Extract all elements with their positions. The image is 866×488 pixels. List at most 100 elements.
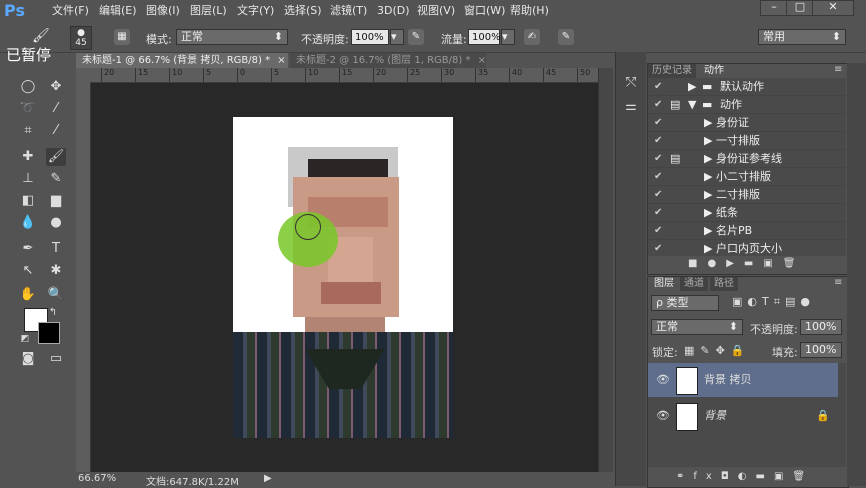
new-action-icon[interactable]: ▣ [763,258,782,269]
action-row[interactable]: ✔ ▶ 小二寸排版 [648,168,846,186]
default-colors-icon[interactable]: ◩ [18,330,32,348]
expand-arrow-icon[interactable]: ▶ [704,150,712,167]
check-icon[interactable]: ✔ [654,78,664,95]
adjust-filter-icon[interactable]: ◐ [747,295,762,308]
eraser-tool-icon[interactable]: ◧ [18,192,38,210]
swap-colors-icon[interactable]: ↰ [46,304,60,322]
opacity-dropdown[interactable]: ▾ [390,29,404,45]
new-layer-icon[interactable]: ▣ [774,471,792,482]
status-menu-arrow-icon[interactable]: ▶ [264,473,272,484]
action-row[interactable]: ✔ ▶ 一寸排版 [648,132,846,150]
close-tab-icon[interactable]: × [277,55,285,66]
opacity-input[interactable]: 100% [351,29,389,45]
play-icon[interactable]: ▶ [726,258,744,269]
menu-layer[interactable]: 图层(L) [190,3,227,19]
tab-document-1[interactable]: 未标题-1 @ 66.7% (背景 拷贝, RGB/8) * × [76,53,288,68]
action-row[interactable]: ✔ ▶ 二寸排版 [648,186,846,204]
layer-name[interactable]: 背景 [704,399,726,433]
flow-input[interactable]: 100% [468,29,501,45]
filter-toggle-icon[interactable]: ● [800,295,815,308]
close-tab-icon[interactable]: × [478,55,486,66]
menu-type[interactable]: 文字(Y) [237,3,274,19]
history-brush-tool-icon[interactable]: ✎ [46,170,66,188]
maximize-button[interactable]: □ [786,0,814,16]
dialog-toggle-icon[interactable]: ▤ [670,96,680,113]
menu-view[interactable]: 视图(V) [417,3,455,19]
brush-panel-icon[interactable]: ▦ [114,29,130,45]
record-icon[interactable]: ● [707,258,726,269]
action-row[interactable]: ✔ ▶ 户口内页大小 [648,240,846,256]
healing-brush-tool-icon[interactable]: ✚ [18,148,38,166]
eyedropper-tool-icon[interactable]: ⁄ [46,122,66,140]
check-icon[interactable]: ✔ [654,168,664,185]
collapse-arrow-icon[interactable]: ▼ [688,96,696,113]
lock-transparent-icon[interactable]: ▦ [684,344,700,357]
tab-actions[interactable]: 动作 [700,64,728,78]
check-icon[interactable]: ✔ [654,114,664,131]
quick-mask-icon[interactable]: ◙ [18,350,38,368]
canvas-scrollbar[interactable] [598,68,613,472]
gradient-tool-icon[interactable]: ▆ [46,192,66,210]
menu-3d[interactable]: 3D(D) [377,3,410,19]
expand-arrow-icon[interactable]: ▶ [704,240,712,256]
blend-mode-dropdown[interactable]: 正常 ⬍ [651,319,743,335]
lasso-tool-icon[interactable]: ➰ [18,100,38,118]
brush-tool-icon[interactable]: 🖌 [32,28,50,44]
menu-image[interactable]: 图像(I) [146,3,180,19]
check-icon[interactable]: ✔ [654,186,664,203]
smart-filter-icon[interactable]: ▤ [785,295,800,308]
expand-arrow-icon[interactable]: ▶ [704,168,712,185]
adjust-icon[interactable]: ◐ [738,471,756,482]
marquee-tool-icon[interactable]: ◯ [18,78,38,96]
tab-history[interactable]: 历史记录 [648,64,696,78]
trash-icon[interactable]: 🗑 [783,258,806,269]
check-icon[interactable]: ✔ [654,222,664,239]
zoom-readout[interactable]: 66.67% [78,473,116,484]
link-icon[interactable]: ⚭ [676,471,693,482]
type-tool-icon[interactable]: T [46,240,66,258]
expand-arrow-icon[interactable]: ▶ [688,78,696,95]
dodge-tool-icon[interactable]: ● [46,214,66,232]
menu-window[interactable]: 窗口(W) [464,3,505,19]
airbrush-icon[interactable]: ✍ [524,29,540,45]
stop-icon[interactable]: ■ [688,258,707,269]
path-select-tool-icon[interactable]: ↖ [18,262,38,280]
pixel-filter-icon[interactable]: ▣ [732,295,747,308]
lock-all-icon[interactable]: 🔒 [731,344,751,357]
history-panel-icon[interactable]: ⤲ [621,74,641,92]
trash-icon[interactable]: 🗑 [792,471,814,482]
check-icon[interactable]: ✔ [654,204,664,221]
eye-icon[interactable]: 👁 [656,363,670,397]
new-set-icon[interactable]: ▬ [744,258,763,269]
layer-name[interactable]: 背景 拷贝 [704,363,752,397]
brush-preset-picker[interactable]: ● 45 [70,26,92,50]
action-set-row[interactable]: ✔ ▶ ▬ 默认动作 [648,78,846,96]
expand-arrow-icon[interactable]: ▶ [704,114,712,131]
fx-icon[interactable]: fx [693,471,720,482]
folder-icon[interactable]: ▬ [756,471,774,482]
menu-help[interactable]: 帮助(H) [510,3,549,19]
action-row[interactable]: ✔ ▶ 身份证 [648,114,846,132]
hand-tool-icon[interactable]: ✋ [18,286,38,304]
mask-icon[interactable]: ◘ [721,471,738,482]
action-set-row[interactable]: ✔ ▤ ▼ ▬ 动作 [648,96,846,114]
layer-opacity-input[interactable]: 100% [800,319,842,335]
tab-document-2[interactable]: 未标题-2 @ 16.7% (图层 1, RGB/8) * × [290,53,486,68]
blur-tool-icon[interactable]: 💧 [18,214,38,232]
pressure-opacity-icon[interactable]: ✎ [408,29,424,45]
panel-scrollbar[interactable] [847,63,866,486]
layer-row[interactable]: 👁 背景 🔒 [648,399,838,433]
eye-icon[interactable]: 👁 [656,399,670,433]
layer-filter-dropdown[interactable]: ρ 类型 [651,295,719,311]
layer-row-selected[interactable]: 👁 背景 拷贝 [648,363,838,397]
lock-paint-icon[interactable]: ✎ [700,344,715,357]
check-icon[interactable]: ✔ [654,240,664,256]
actions-list[interactable]: ✔ ▶ ▬ 默认动作 ✔ ▤ ▼ ▬ 动作 ✔ ▶ 身份证 ✔ ▶ 一寸排版 ✔… [648,78,846,256]
check-icon[interactable]: ✔ [654,150,664,167]
minimize-button[interactable]: – [760,0,788,16]
menu-file[interactable]: 文件(F) [52,3,89,19]
shape-tool-icon[interactable]: ✱ [46,262,66,280]
quick-select-tool-icon[interactable]: ⁄ [46,100,66,118]
expand-arrow-icon[interactable]: ▶ [704,132,712,149]
panel-menu-icon[interactable]: ≡ [834,64,842,75]
